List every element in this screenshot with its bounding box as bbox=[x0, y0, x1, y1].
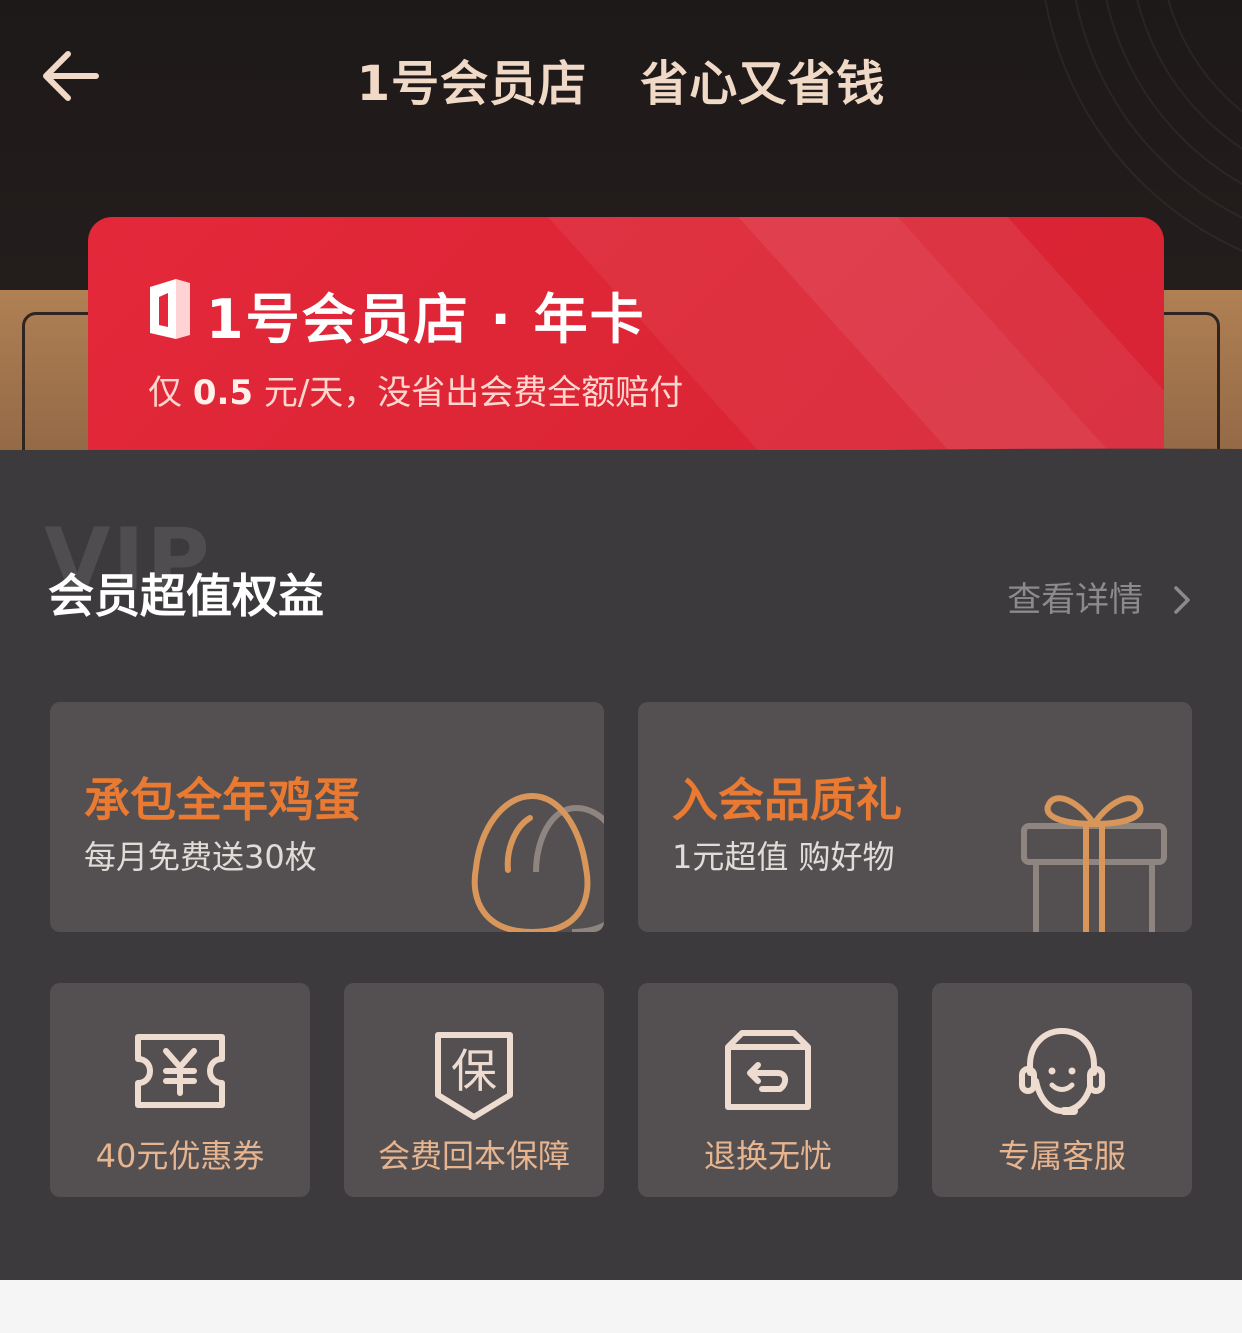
headset-support-icon bbox=[1019, 1027, 1105, 1115]
return-box-icon bbox=[725, 1030, 811, 1110]
benefit-tile-guarantee[interactable]: 保 会费回本保障 bbox=[344, 983, 604, 1197]
panel-top-edge bbox=[0, 448, 1242, 485]
egg-icon bbox=[471, 792, 604, 932]
tile-label: 专属客服 bbox=[997, 1137, 1126, 1175]
gift-icon bbox=[1021, 795, 1167, 932]
benefit-tile-gift[interactable]: 入会品质礼 1元超值 购好物 bbox=[638, 702, 1192, 932]
price-per-day: 0.5 bbox=[192, 373, 254, 413]
shield-guarantee-icon: 保 bbox=[435, 1032, 513, 1120]
header-bar: 1号会员店 省心又省钱 bbox=[0, 0, 1242, 150]
benefit-tile-returns[interactable]: 退换无忧 bbox=[638, 983, 898, 1197]
brand-logo-icon bbox=[150, 279, 190, 339]
page-title: 1号会员店 省心又省钱 bbox=[356, 56, 886, 112]
benefit-tile-eggs[interactable]: 承包全年鸡蛋 每月免费送30枚 bbox=[50, 702, 604, 932]
view-details-link[interactable]: 查看详情 bbox=[1007, 572, 1192, 621]
tile-title: 承包全年鸡蛋 bbox=[84, 773, 360, 827]
tile-subtitle: 1元超值 购好物 bbox=[672, 838, 895, 876]
svg-text:保: 保 bbox=[451, 1044, 497, 1098]
benefit-tile-coupon[interactable]: 40元优惠券 bbox=[50, 983, 310, 1197]
benefit-tile-support[interactable]: 专属客服 bbox=[932, 983, 1192, 1197]
card-subtitle: 仅 0.5 元/天，没省出会费全额赔付 bbox=[148, 373, 684, 413]
tile-label: 40元优惠券 bbox=[95, 1137, 265, 1175]
page-bottom bbox=[0, 1280, 1242, 1333]
coupon-yen-icon bbox=[135, 1034, 225, 1108]
section-title: 会员超值权益 bbox=[48, 569, 324, 623]
tile-title: 入会品质礼 bbox=[672, 773, 902, 827]
tile-label: 退换无忧 bbox=[703, 1137, 832, 1175]
tile-subtitle: 每月免费送30枚 bbox=[84, 838, 317, 876]
chevron-right-icon bbox=[1174, 586, 1190, 614]
tile-label: 会费回本保障 bbox=[377, 1137, 570, 1175]
card-title: 1号会员店 · 年卡 bbox=[206, 288, 646, 351]
